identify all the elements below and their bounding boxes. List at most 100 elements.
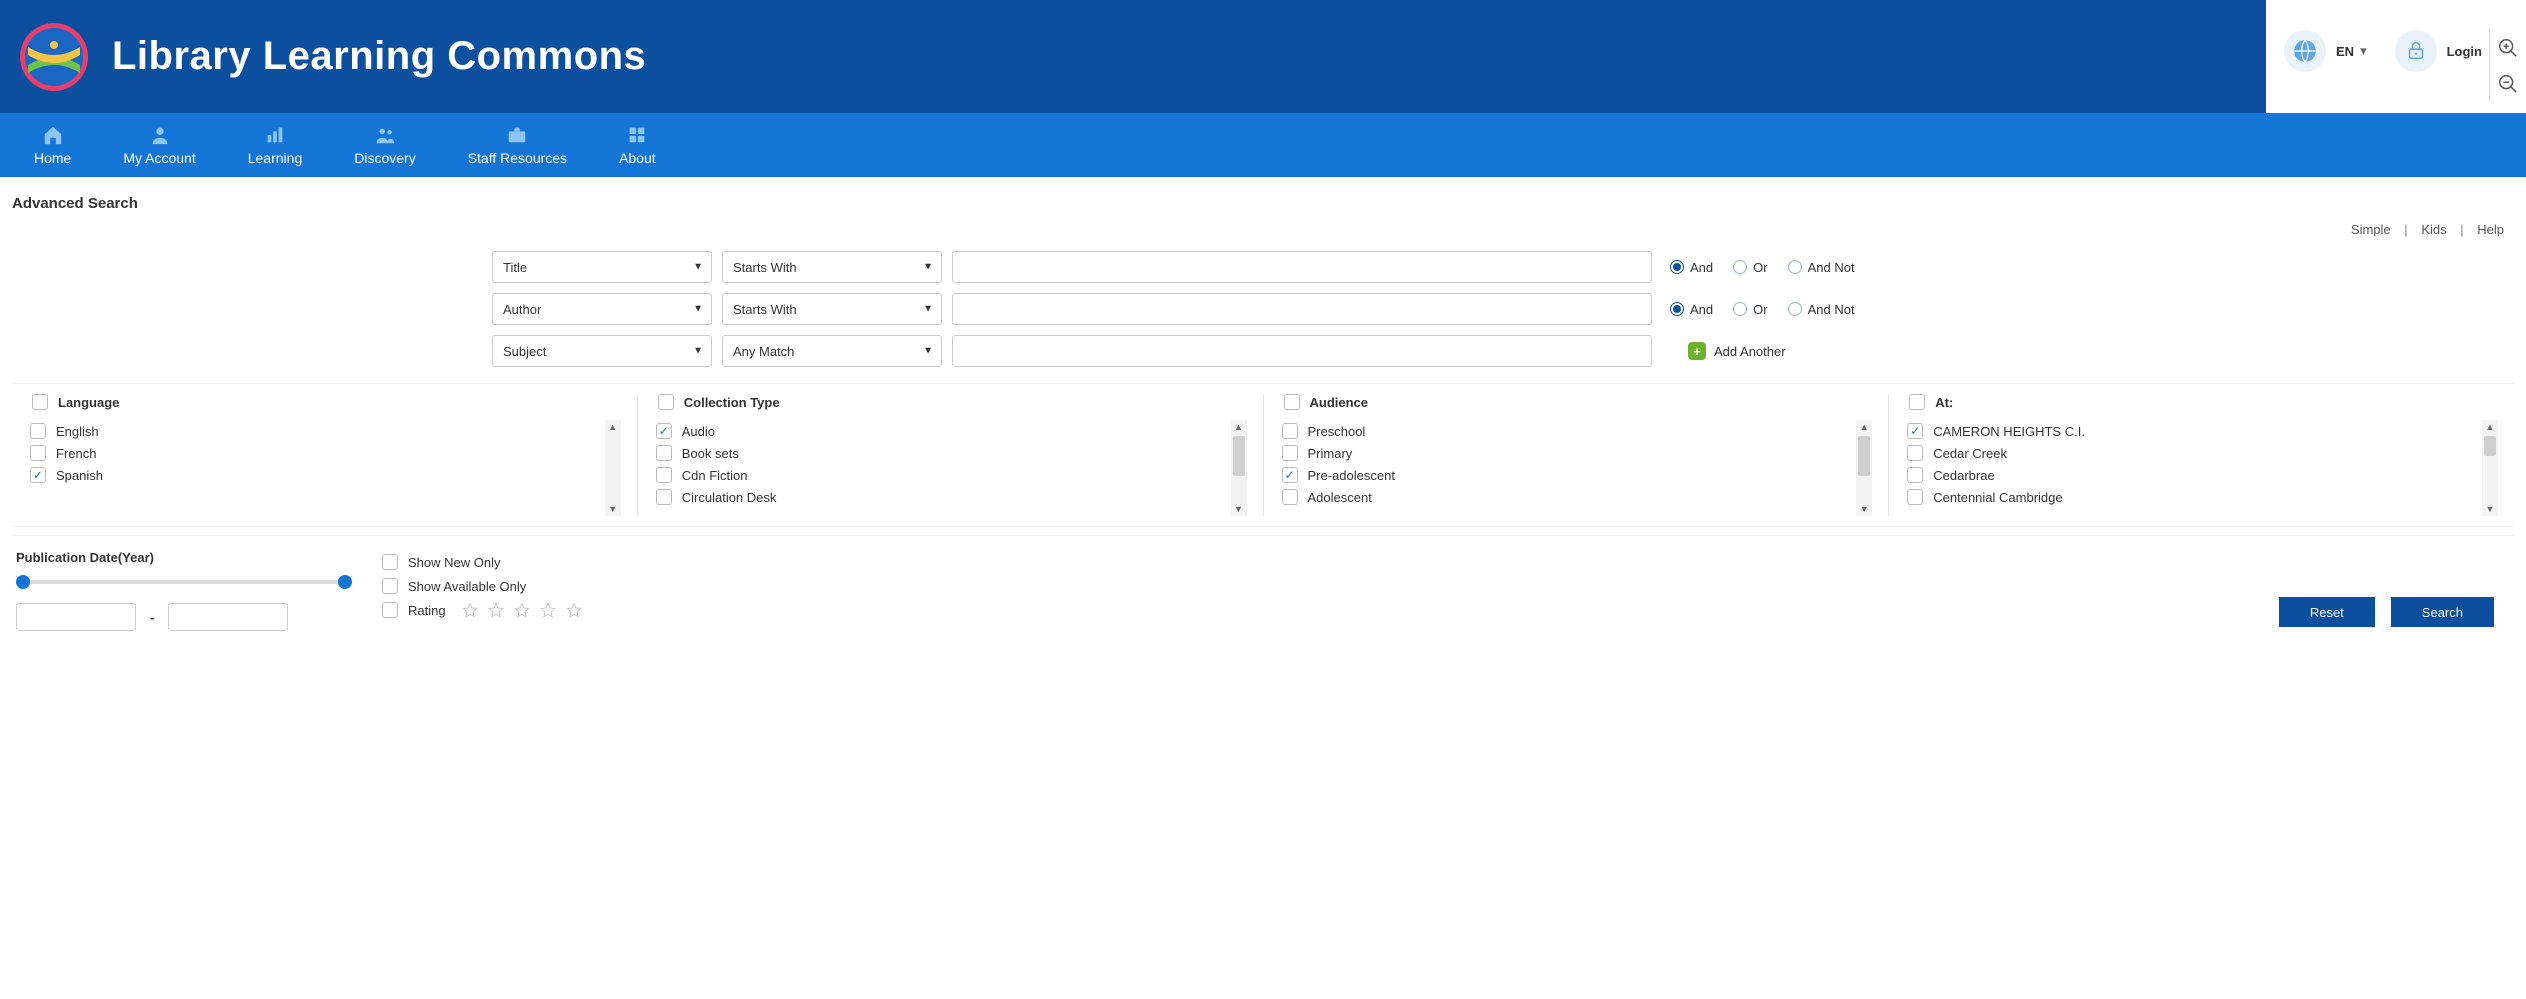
show-new-only[interactable]: Show New Only — [382, 550, 582, 574]
facet-language: Language English French Spanish ▲▼ — [12, 394, 637, 516]
show-available-only[interactable]: Show Available Only — [382, 574, 582, 598]
facet-item[interactable]: Audio — [654, 420, 1227, 442]
term-input[interactable] — [952, 335, 1652, 367]
op-and-not[interactable]: And Not — [1788, 302, 1855, 317]
term-input[interactable] — [952, 251, 1652, 283]
facet-item[interactable]: Pre-adolescent — [1280, 464, 1853, 486]
scroll-up-icon: ▲ — [1234, 420, 1243, 434]
nav-staff-resources[interactable]: Staff Resources — [442, 113, 593, 177]
zoom-out-button[interactable] — [2490, 66, 2526, 102]
link-help[interactable]: Help — [2477, 222, 2504, 237]
op-or[interactable]: Or — [1733, 260, 1767, 275]
checkbox-icon — [30, 423, 46, 439]
nav-label: Staff Resources — [468, 150, 567, 166]
nav-my-account[interactable]: My Account — [97, 113, 221, 177]
scroll-down-icon: ▼ — [1234, 502, 1243, 516]
checkbox-icon[interactable] — [382, 602, 398, 618]
facet-item-label: Preschool — [1308, 424, 1366, 439]
year-to-input[interactable] — [168, 603, 288, 631]
header: Library Learning Commons EN ▾ Login — [0, 0, 2526, 113]
add-another-label: Add Another — [1714, 344, 1786, 359]
field-select[interactable]: Title ▼ — [492, 251, 712, 283]
reset-button[interactable]: Reset — [2279, 597, 2375, 627]
zoom-in-button[interactable] — [2490, 30, 2526, 66]
scrollbar[interactable]: ▲▼ — [1856, 420, 1872, 516]
op-label: And Not — [1808, 260, 1855, 275]
facet-item[interactable]: Primary — [1280, 442, 1853, 464]
slider-knob-left[interactable] — [16, 575, 30, 589]
facet-item-label: Cedarbrae — [1933, 468, 1994, 483]
condition-select[interactable]: Starts With ▼ — [722, 251, 942, 283]
facet-item-label: Pre-adolescent — [1308, 468, 1395, 483]
facet-item[interactable]: Cedar Creek — [1905, 442, 2478, 464]
condition-select[interactable]: Starts With ▼ — [722, 293, 942, 325]
nav-about[interactable]: About — [593, 113, 682, 177]
facet-at: At: CAMERON HEIGHTS C.I. Cedar Creek Ced… — [1888, 394, 2514, 516]
slider-track — [16, 580, 352, 584]
facet-item[interactable]: Adolescent — [1280, 486, 1853, 508]
toggle-block: Show New Only Show Available Only Rating — [382, 550, 582, 618]
checkbox-icon — [382, 554, 398, 570]
field-select[interactable]: Author ▼ — [492, 293, 712, 325]
facet-audience: Audience Preschool Primary Pre-adolescen… — [1263, 394, 1889, 516]
facet-item[interactable]: Book sets — [654, 442, 1227, 464]
link-simple[interactable]: Simple — [2351, 222, 2391, 237]
term-input[interactable] — [952, 293, 1652, 325]
nav-label: Learning — [248, 150, 303, 166]
radio-icon — [1733, 302, 1747, 316]
condition-value: Starts With — [733, 302, 797, 317]
login-button[interactable]: Login — [2395, 30, 2482, 72]
facet-item[interactable]: English — [28, 420, 601, 442]
checkbox-icon — [656, 445, 672, 461]
year-range-inputs: - — [16, 603, 352, 631]
scrollbar[interactable]: ▲▼ — [605, 420, 621, 516]
op-and[interactable]: And — [1670, 302, 1713, 317]
facet-item-label: Primary — [1308, 446, 1353, 461]
facet-header[interactable]: Collection Type — [654, 394, 1247, 410]
bottom-controls: Publication Date(Year) - Show New Only S… — [12, 535, 2514, 649]
checkbox-icon — [30, 467, 46, 483]
op-and-not[interactable]: And Not — [1788, 260, 1855, 275]
facet-item[interactable]: Cedarbrae — [1905, 464, 2478, 486]
year-slider[interactable] — [16, 575, 352, 589]
checkbox-icon — [1282, 467, 1298, 483]
scrollbar[interactable]: ▲▼ — [2482, 420, 2498, 516]
nav-home[interactable]: Home — [8, 113, 97, 177]
facet-header[interactable]: At: — [1905, 394, 2498, 410]
site-logo[interactable] — [18, 21, 90, 93]
briefcase-icon — [505, 124, 529, 146]
slider-knob-right[interactable] — [338, 575, 352, 589]
facet-item[interactable]: Spanish — [28, 464, 601, 486]
range-dash: - — [150, 610, 154, 625]
facet-header[interactable]: Audience — [1280, 394, 1873, 410]
facets: Language English French Spanish ▲▼ Colle… — [12, 383, 2514, 527]
scrollbar[interactable]: ▲▼ — [1231, 420, 1247, 516]
facet-item[interactable]: Centennial Cambridge — [1905, 486, 2478, 508]
facet-item[interactable]: Circulation Desk — [654, 486, 1227, 508]
facet-item[interactable]: French — [28, 442, 601, 464]
login-label: Login — [2447, 44, 2482, 59]
language-switcher[interactable]: EN ▾ — [2284, 30, 2367, 72]
facet-item[interactable]: Cdn Fiction — [654, 464, 1227, 486]
facet-header[interactable]: Language — [28, 394, 621, 410]
facet-item-label: CAMERON HEIGHTS C.I. — [1933, 424, 2085, 439]
add-another-button[interactable]: + Add Another — [1688, 342, 1786, 360]
nav-learning[interactable]: Learning — [222, 113, 329, 177]
condition-select[interactable]: Any Match ▼ — [722, 335, 942, 367]
field-select[interactable]: Subject ▼ — [492, 335, 712, 367]
user-icon — [148, 124, 172, 146]
facet-label: Language — [58, 395, 119, 410]
op-or[interactable]: Or — [1733, 302, 1767, 317]
rating-stars[interactable] — [462, 602, 582, 618]
search-button[interactable]: Search — [2391, 597, 2494, 627]
facet-item-label: Circulation Desk — [682, 490, 777, 505]
facet-item-label: English — [56, 424, 99, 439]
toggle-label: Show Available Only — [408, 579, 526, 594]
op-and[interactable]: And — [1670, 260, 1713, 275]
facet-item[interactable]: CAMERON HEIGHTS C.I. — [1905, 420, 2478, 442]
facet-item-label: French — [56, 446, 96, 461]
facet-item[interactable]: Preschool — [1280, 420, 1853, 442]
year-from-input[interactable] — [16, 603, 136, 631]
link-kids[interactable]: Kids — [2421, 222, 2446, 237]
nav-discovery[interactable]: Discovery — [328, 113, 441, 177]
